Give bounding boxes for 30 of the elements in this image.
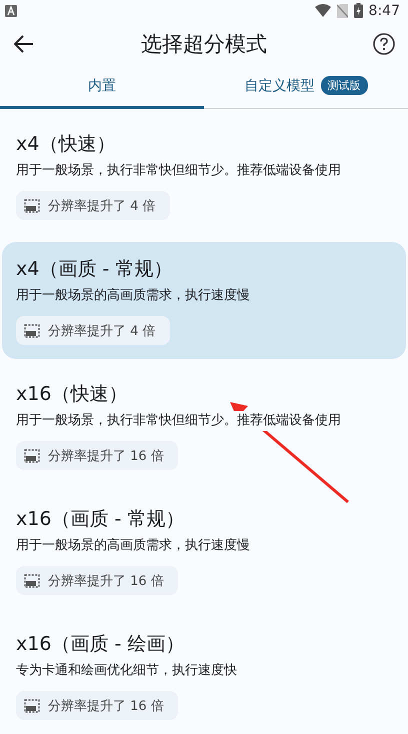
battery-icon — [354, 3, 363, 18]
mode-item[interactable]: x16（快速） 用于一般场景，执行非常快但细节少。推荐低端设备使用 分辨率提升了 16 倍 — [2, 367, 406, 484]
mode-card[interactable]: x4（画质 - 常规） 用于一般场景的高画质需求，执行速度慢 分辨率提升了 4 倍 — [2, 242, 406, 360]
page-title: 选择超分模式 — [140, 30, 268, 58]
wifi-icon — [314, 4, 331, 18]
image-icon — [24, 324, 40, 338]
tab[interactable]: 内置 — [0, 66, 204, 110]
mode-item[interactable]: x4（快速） 用于一般场景，执行非常快但细节少。推荐低端设备使用 分辨率提升了 4 倍 — [2, 117, 406, 234]
mode-item[interactable]: x16（画质 - 常规） 用于一般场景的高画质需求，执行速度慢 分辨率提升了 16 倍 — [2, 492, 406, 610]
mode-title: x16（画质 - 绘画） — [16, 632, 184, 658]
tab[interactable]: 自定义模型 测试版 — [204, 66, 408, 110]
no-sim-icon — [336, 4, 348, 18]
chip-label: 分辨率提升了 4 倍 — [48, 198, 156, 215]
chip-label: 分辨率提升了 4 倍 — [48, 322, 156, 340]
image-icon — [24, 198, 40, 213]
chip-label: 分辨率提升了 16 倍 — [48, 698, 164, 715]
image-icon — [24, 698, 40, 713]
status-time: 8:47 — [368, 2, 400, 19]
mode-item[interactable]: x16（画质 - 绘画） 专为卡通和绘画优化细节，执行速度快 分辨率提升了 16 倍 — [2, 617, 406, 734]
image-icon — [24, 574, 40, 588]
beta-badge: 测试版 — [320, 76, 368, 96]
chip-label: 分辨率提升了 16 倍 — [48, 448, 164, 465]
mode-title: x16（快速） — [16, 382, 128, 408]
keyboard-icon — [5, 4, 17, 17]
mode-description: 用于一般场景，执行非常快但细节少。推荐低端设备使用 — [16, 411, 341, 432]
mode-title: x4（画质 - 常规） — [16, 257, 172, 282]
mode-title: x4（快速） — [16, 132, 116, 158]
mode-title: x16（画质 - 常规） — [16, 507, 184, 532]
image-icon — [24, 448, 40, 463]
chip-label: 分辨率提升了 16 倍 — [48, 572, 164, 590]
